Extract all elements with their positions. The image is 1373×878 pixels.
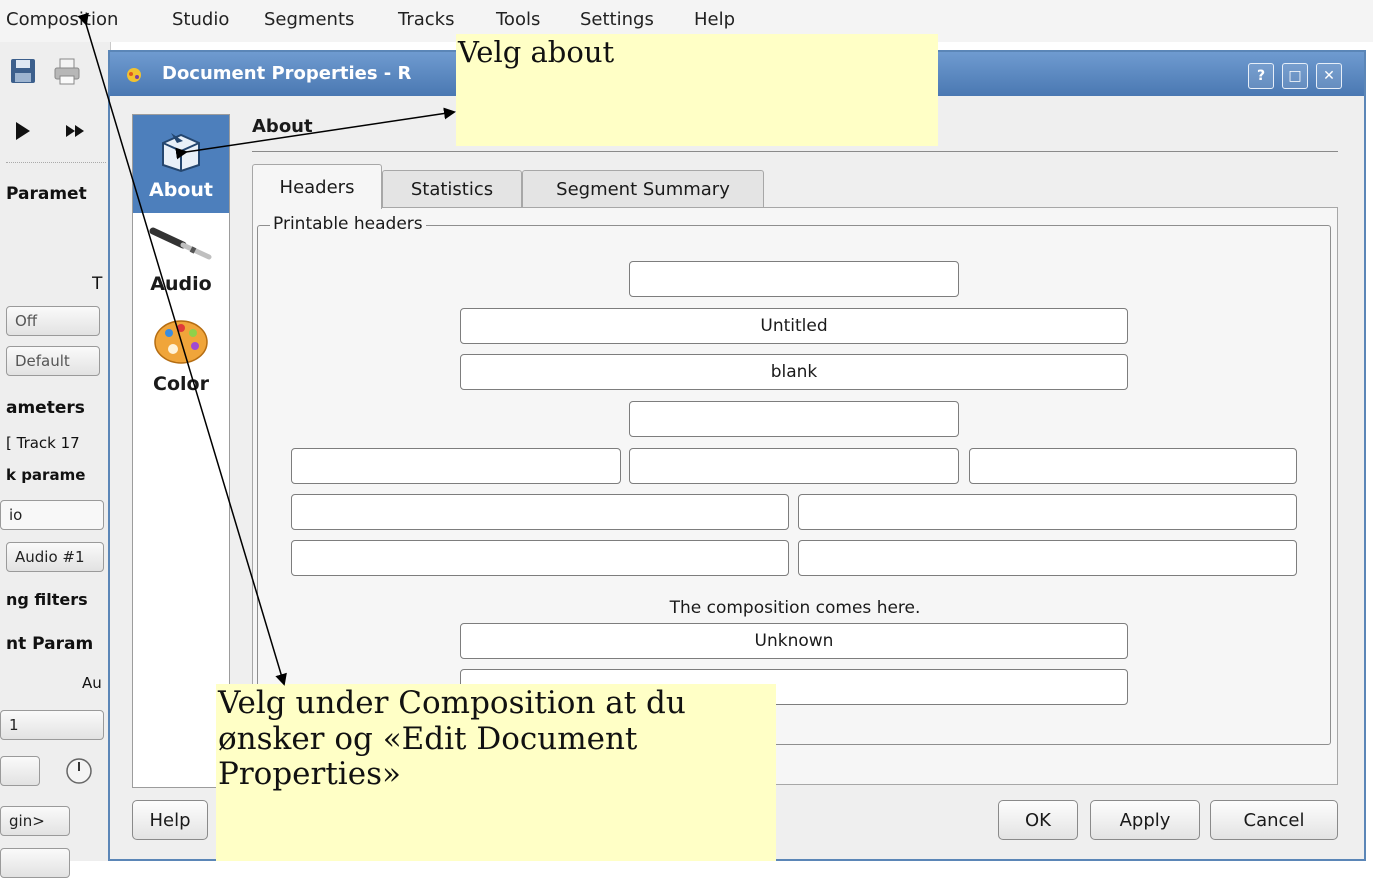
bg-bottom-button[interactable] — [0, 848, 70, 878]
menu-studio[interactable]: Studio — [172, 9, 229, 30]
annotation-top-note: Velg about — [456, 34, 938, 146]
default-button[interactable]: Default — [6, 346, 100, 376]
context-help-button[interactable]: ? — [1248, 63, 1274, 89]
ok-button[interactable]: OK — [998, 800, 1078, 840]
color-palette-icon — [154, 320, 208, 364]
page-label-about: About — [149, 179, 213, 201]
audio-io-field[interactable]: io — [0, 500, 104, 530]
printable-headers-group: Printable headers Untitled blank The com… — [257, 214, 1331, 745]
audio-plug-icon — [149, 227, 212, 260]
audio-instrument-select[interactable]: Audio #1 — [6, 542, 104, 572]
apply-button[interactable]: Apply — [1090, 800, 1200, 840]
subsubtitle-field[interactable] — [629, 401, 959, 437]
menu-composition[interactable]: Composition — [6, 9, 118, 30]
bg-label-au: Au — [82, 674, 102, 692]
tab-headers[interactable]: Headers — [252, 164, 382, 209]
page-label-color: Color — [153, 373, 209, 395]
parameters-label: ameters — [6, 398, 85, 418]
off-button[interactable]: Off — [6, 306, 100, 336]
poet-field[interactable] — [291, 448, 621, 484]
segment-parameters-label: nt Param — [6, 634, 94, 654]
fast-forward-icon[interactable] — [60, 116, 90, 146]
copyright-field[interactable]: Unknown — [460, 623, 1128, 659]
page-heading: About — [252, 116, 313, 137]
maximize-button[interactable]: □ — [1282, 63, 1308, 89]
tab-segment-summary[interactable]: Segment Summary — [522, 170, 764, 208]
dedication-field[interactable] — [629, 261, 959, 297]
toolbar-divider — [6, 162, 106, 166]
print-icon[interactable] — [52, 56, 82, 86]
plugin-button[interactable]: gin> — [0, 806, 70, 836]
filters-label: ng filters — [6, 590, 88, 609]
bg-label-t: T — [92, 274, 103, 294]
menu-help[interactable]: Help — [694, 9, 735, 30]
track-label: [ Track 17 — [6, 434, 80, 452]
piece-field[interactable] — [798, 540, 1297, 576]
parameters-heading: Paramet — [6, 184, 87, 204]
about-icon — [162, 133, 200, 173]
subtitle-field[interactable]: blank — [460, 354, 1128, 390]
menu-tools[interactable]: Tools — [496, 9, 540, 30]
annotation-bottom-note: Velg under Composition at du ønsker og «… — [216, 684, 776, 861]
save-icon[interactable] — [8, 56, 38, 86]
background-main-window: Paramet T Off Default ameters [ Track 17… — [0, 42, 111, 878]
tab-statistics[interactable]: Statistics — [382, 170, 522, 208]
help-button[interactable]: Help — [132, 800, 208, 840]
menu-tracks[interactable]: Tracks — [398, 9, 454, 30]
dial-icon[interactable] — [64, 756, 94, 786]
opus-field[interactable] — [798, 494, 1297, 530]
close-button[interactable]: ✕ — [1316, 63, 1342, 89]
page-item-audio[interactable]: Audio — [133, 213, 229, 311]
track-parameters-label: k parame — [6, 466, 86, 484]
composer-field[interactable] — [969, 448, 1297, 484]
title-field[interactable]: Untitled — [460, 308, 1128, 344]
bg-small-button[interactable] — [0, 756, 40, 786]
instrument-field[interactable] — [629, 448, 959, 484]
arranger-field[interactable] — [291, 540, 789, 576]
meter-field[interactable] — [291, 494, 789, 530]
menu-settings[interactable]: Settings — [580, 9, 654, 30]
cancel-button[interactable]: Cancel — [1210, 800, 1338, 840]
page-item-color[interactable]: Color — [133, 311, 229, 409]
number-select[interactable]: 1 — [0, 710, 104, 740]
heading-divider — [252, 151, 1338, 152]
page-label-audio: Audio — [150, 273, 212, 295]
menu-segments[interactable]: Segments — [264, 9, 354, 30]
app-icon — [127, 68, 141, 82]
groupbox-title: Printable headers — [270, 214, 426, 234]
composition-placeholder-text: The composition comes here. — [669, 598, 921, 618]
play-icon[interactable] — [8, 116, 38, 146]
page-item-about[interactable]: About — [133, 115, 229, 213]
dialog-title: Document Properties - R — [162, 63, 412, 84]
